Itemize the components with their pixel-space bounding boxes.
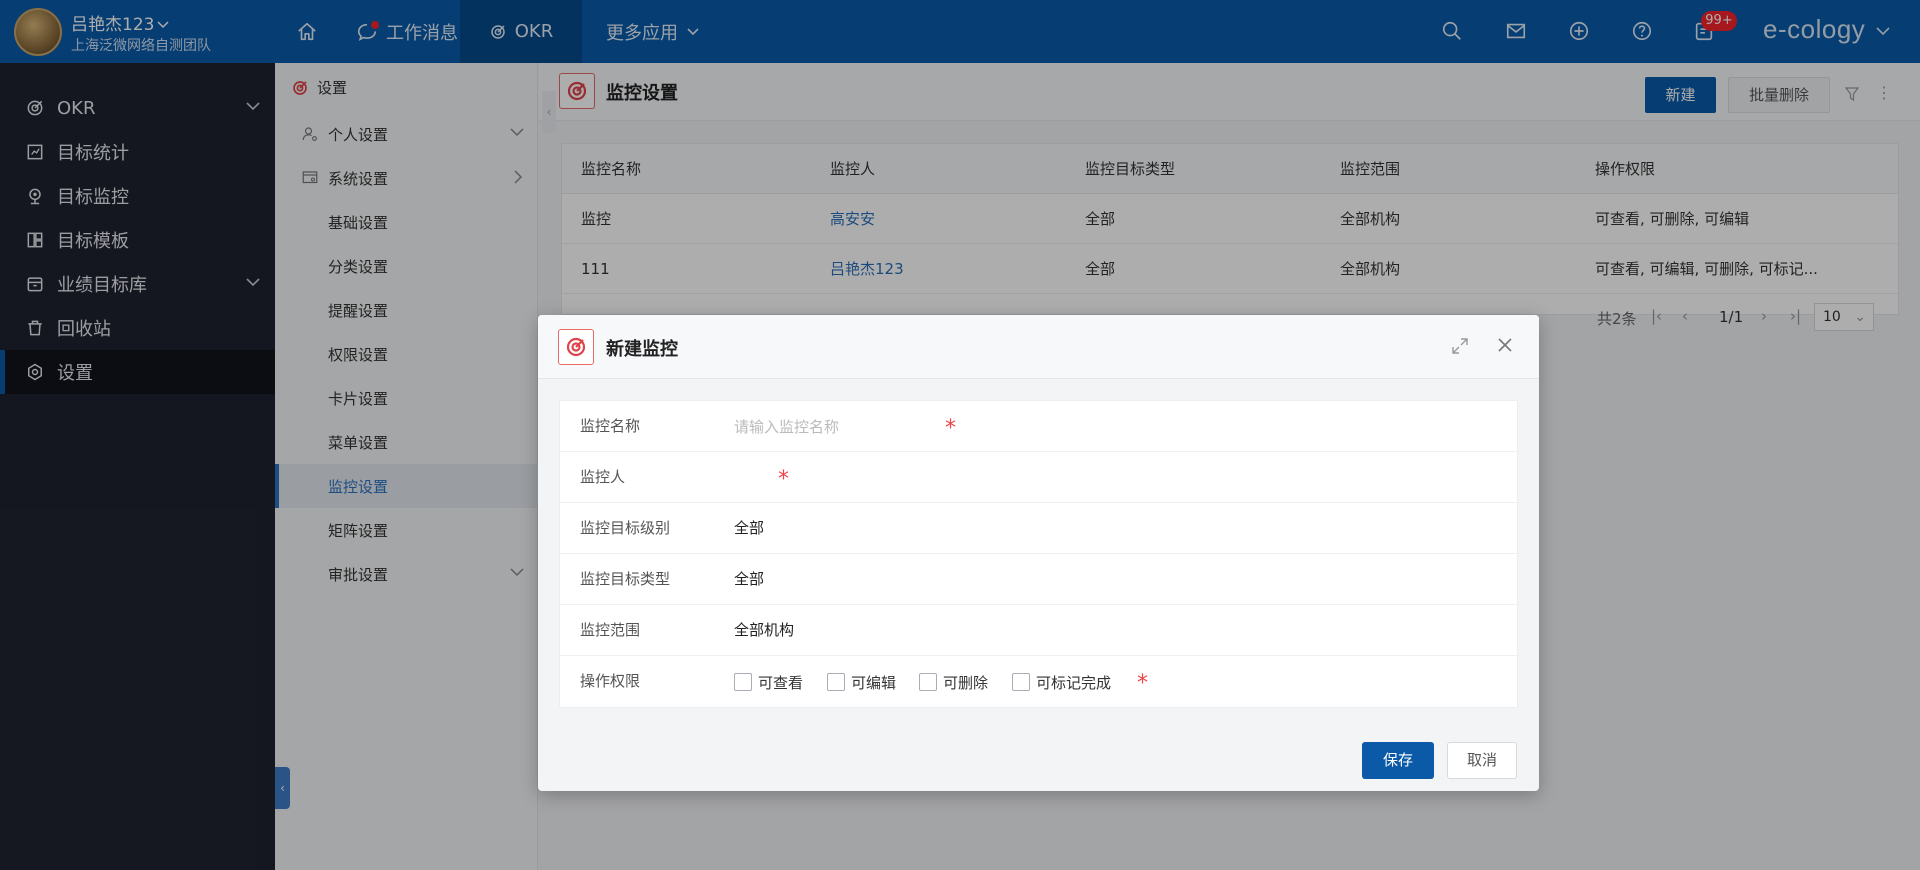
field-label: 监控目标级别 xyxy=(580,519,671,537)
form-row-name: 监控名称 * xyxy=(560,401,1519,452)
monitor-type-value[interactable]: 全部 xyxy=(734,554,764,605)
perm-view-checkbox[interactable]: 可查看 xyxy=(734,672,803,692)
field-label: 监控范围 xyxy=(580,621,641,639)
form-row-scope: 监控范围 全部机构 xyxy=(560,605,1519,656)
checkbox-label: 可标记完成 xyxy=(1036,673,1112,692)
expand-icon[interactable] xyxy=(1451,337,1469,355)
checkbox-box[interactable] xyxy=(734,673,752,691)
monitor-person-picker[interactable] xyxy=(734,452,774,503)
field-label: 监控名称 xyxy=(580,417,641,435)
checkbox-box[interactable] xyxy=(919,673,937,691)
perm-complete-checkbox[interactable]: 可标记完成 xyxy=(1012,672,1111,692)
field-label: 监控目标类型 xyxy=(580,570,671,588)
dialog-header: 新建监控 xyxy=(538,315,1539,379)
checkbox-box[interactable] xyxy=(1012,673,1030,691)
form-row-person: 监控人 * xyxy=(560,452,1519,503)
required-mark: * xyxy=(1137,671,1148,696)
form-row-type: 监控目标类型 全部 xyxy=(560,554,1519,605)
field-label: 监控人 xyxy=(580,468,626,486)
monitor-scope-value[interactable]: 全部机构 xyxy=(734,605,794,656)
dialog-title: 新建监控 xyxy=(606,339,678,360)
monitor-form: 监控名称 * 监控人 * 监控目标级别 全部 监控目标类型 全部 监控范围 全部… xyxy=(559,400,1519,708)
required-mark: * xyxy=(945,416,956,441)
new-monitor-dialog: 新建监控 监控名称 * 监控人 * 监控目标级别 全部 监控目标类型 全部 监控… xyxy=(538,315,1539,791)
save-button[interactable]: 保存 xyxy=(1362,742,1434,779)
monitor-level-value[interactable]: 全部 xyxy=(734,503,764,554)
required-mark: * xyxy=(778,467,789,492)
form-row-level: 监控目标级别 全部 xyxy=(560,503,1519,554)
checkbox-box[interactable] xyxy=(827,673,845,691)
okr-icon xyxy=(566,337,586,357)
field-label: 操作权限 xyxy=(580,672,641,690)
form-row-permission: 操作权限 可查看 可编辑 可删除 可标记完成 * xyxy=(560,656,1519,707)
dialog-icon xyxy=(558,329,594,365)
checkbox-label: 可删除 xyxy=(943,673,989,692)
checkbox-label: 可查看 xyxy=(758,673,804,692)
close-icon[interactable] xyxy=(1495,335,1515,355)
cancel-button[interactable]: 取消 xyxy=(1447,742,1517,779)
perm-edit-checkbox[interactable]: 可编辑 xyxy=(827,672,896,692)
monitor-name-input[interactable] xyxy=(734,413,934,440)
checkbox-label: 可编辑 xyxy=(851,673,897,692)
perm-delete-checkbox[interactable]: 可删除 xyxy=(919,672,988,692)
